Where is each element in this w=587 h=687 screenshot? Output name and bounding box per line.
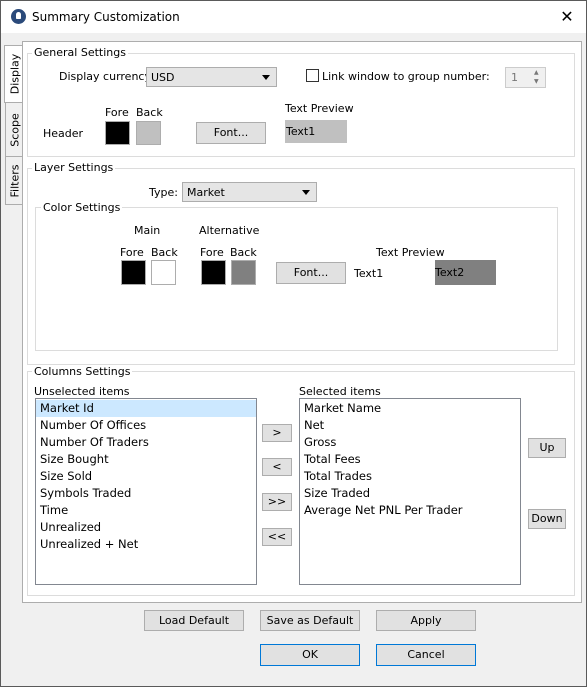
list-item[interactable]: Size Sold	[36, 468, 256, 485]
alt-fore-swatch[interactable]	[201, 260, 226, 285]
selected-items-list[interactable]: Market Name Net Gross Total Fees Total T…	[299, 398, 521, 585]
header-back-swatch[interactable]	[136, 121, 161, 145]
alt-fore-label: Fore	[200, 246, 224, 259]
group-number-value: 1	[511, 71, 518, 84]
tab-filters-label: Filters	[8, 164, 21, 197]
list-item[interactable]: Total Fees	[300, 451, 520, 468]
spin-down-icon[interactable]: ▼	[534, 78, 539, 85]
color-settings-title: Color Settings	[41, 201, 123, 214]
header-font-button[interactable]: Font...	[196, 122, 266, 144]
list-item[interactable]: Symbols Traded	[36, 485, 256, 502]
layer-preview-box2: Text2	[435, 260, 496, 285]
list-item[interactable]: Gross	[300, 434, 520, 451]
main-label: Main	[134, 224, 161, 237]
list-item[interactable]: Net	[300, 417, 520, 434]
main-fore-label: Fore	[120, 246, 144, 259]
currency-value: USD	[151, 71, 175, 84]
group-number-stepper[interactable]: 1 ▲ ▼	[505, 67, 546, 88]
close-button[interactable]: ✕	[553, 3, 581, 31]
link-window-label: Link window to group number:	[322, 70, 490, 83]
chevron-down-icon	[302, 190, 310, 195]
layer-preview-text2: Text2	[435, 266, 465, 279]
alt-back-swatch[interactable]	[231, 260, 256, 285]
cancel-button[interactable]: Cancel	[376, 644, 476, 666]
tab-display[interactable]: Display	[4, 45, 24, 103]
display-panel: General Settings Display currency: USD L…	[22, 41, 582, 603]
tab-filters[interactable]: Filters	[5, 156, 23, 205]
dialog-window: Summary Customization ✕ Display Scope Fi…	[0, 0, 587, 687]
unselected-items-label: Unselected items	[34, 385, 130, 398]
general-settings-title: General Settings	[32, 46, 128, 59]
currency-label: Display currency:	[59, 70, 154, 83]
columns-settings-title: Columns Settings	[32, 365, 133, 378]
header-preview-text: Text1	[286, 125, 316, 138]
list-item[interactable]: Market Name	[300, 400, 520, 417]
type-value: Market	[187, 186, 225, 199]
title-bar: Summary Customization ✕	[1, 1, 586, 33]
header-preview-label: Text Preview	[285, 102, 354, 115]
move-all-right-button[interactable]: >>	[262, 493, 292, 511]
load-default-button[interactable]: Load Default	[144, 610, 244, 631]
move-all-left-button[interactable]: <<	[262, 528, 292, 546]
spin-up-icon[interactable]: ▲	[534, 69, 539, 76]
header-back-label: Back	[136, 106, 163, 119]
list-item[interactable]: Number Of Offices	[36, 417, 256, 434]
list-item[interactable]: Unrealized + Net	[36, 536, 256, 553]
layer-settings-title: Layer Settings	[32, 161, 116, 174]
tab-scope-label: Scope	[8, 112, 21, 147]
layer-preview-label: Text Preview	[376, 246, 445, 259]
main-back-swatch[interactable]	[151, 260, 176, 285]
layer-preview-text1: Text1	[354, 267, 384, 280]
move-up-button[interactable]: Up	[528, 438, 566, 458]
list-item[interactable]: Number Of Traders	[36, 434, 256, 451]
move-left-button[interactable]: <	[262, 458, 292, 476]
list-item[interactable]: Market Id	[36, 400, 256, 417]
list-item[interactable]: Size Bought	[36, 451, 256, 468]
window-title: Summary Customization	[32, 10, 180, 24]
alternative-label: Alternative	[199, 224, 260, 237]
alt-back-label: Back	[230, 246, 257, 259]
list-item[interactable]: Time	[36, 502, 256, 519]
list-item[interactable]: Unrealized	[36, 519, 256, 536]
chevron-down-icon	[262, 75, 270, 80]
layer-font-button[interactable]: Font...	[276, 262, 346, 284]
header-label: Header	[43, 127, 84, 140]
move-down-button[interactable]: Down	[528, 509, 566, 529]
app-icon	[11, 9, 26, 24]
save-as-default-button[interactable]: Save as Default	[260, 610, 360, 631]
header-preview-box: Text1	[285, 120, 347, 143]
selected-items-label: Selected items	[299, 385, 381, 398]
unselected-items-list[interactable]: Market Id Number Of Offices Number Of Tr…	[35, 398, 257, 585]
type-select[interactable]: Market	[182, 182, 317, 202]
list-item[interactable]: Total Trades	[300, 468, 520, 485]
apply-button[interactable]: Apply	[376, 610, 476, 631]
list-item[interactable]: Average Net PNL Per Trader	[300, 502, 520, 519]
main-fore-swatch[interactable]	[121, 260, 146, 285]
type-label: Type:	[149, 186, 178, 199]
list-item[interactable]: Size Traded	[300, 485, 520, 502]
currency-select[interactable]: USD	[146, 67, 277, 87]
move-right-button[interactable]: >	[262, 424, 292, 442]
header-fore-swatch[interactable]	[105, 121, 130, 145]
link-window-checkbox[interactable]	[306, 69, 319, 82]
tab-display-label: Display	[8, 53, 21, 95]
header-fore-label: Fore	[105, 106, 129, 119]
tab-scope[interactable]: Scope	[5, 102, 23, 157]
main-back-label: Back	[151, 246, 178, 259]
ok-button[interactable]: OK	[260, 644, 360, 666]
